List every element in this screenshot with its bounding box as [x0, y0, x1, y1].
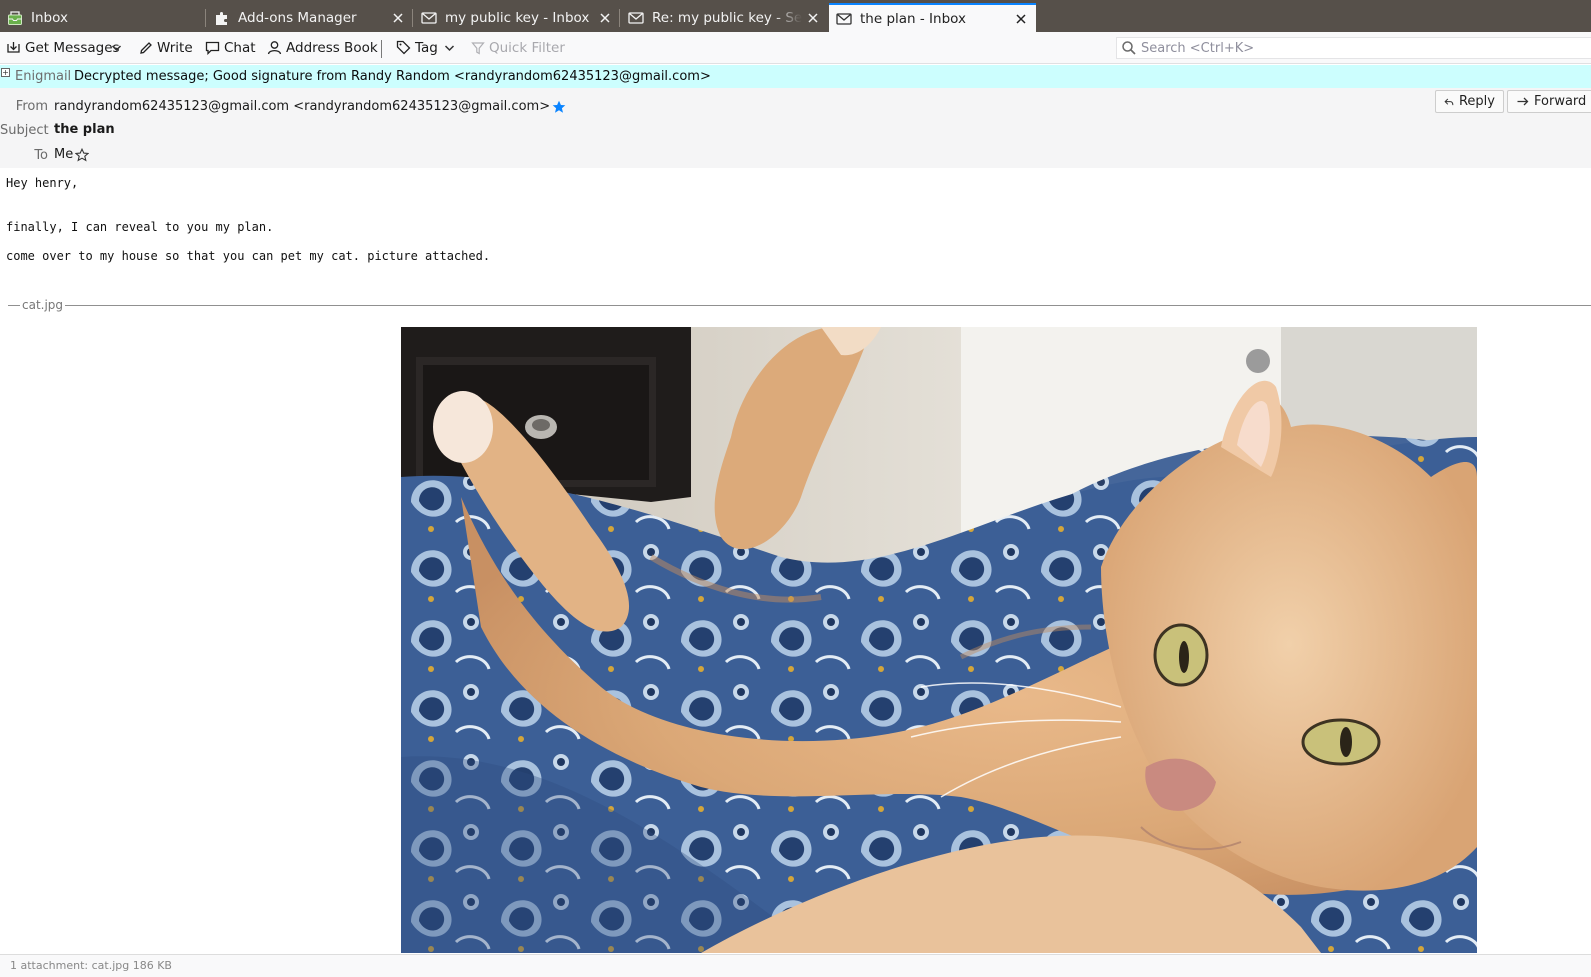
tag-label: Tag	[415, 39, 438, 56]
status-bar: 1 attachment: cat.jpg 186 KB	[0, 954, 1591, 977]
body-line: Hey henry,	[6, 176, 79, 190]
status-text: 1 attachment: cat.jpg 186 KB	[10, 959, 172, 972]
puzzle-icon	[213, 9, 230, 26]
tab-bar: Inbox Add-ons Manager my public key - In…	[0, 0, 1591, 32]
body-line: come over to my house so that you can pe…	[6, 249, 491, 263]
expand-icon[interactable]: +	[1, 68, 10, 77]
contact-icon	[267, 41, 282, 55]
quick-filter-button[interactable]: Quick Filter	[471, 32, 565, 63]
search-field[interactable]	[1116, 37, 1591, 59]
forward-label: Forward	[1534, 94, 1587, 109]
to-value[interactable]: Me	[54, 146, 90, 162]
chat-button[interactable]: Chat	[205, 32, 256, 63]
subject-value: the plan	[54, 122, 115, 137]
chat-bubble-icon	[205, 41, 220, 55]
quick-filter-label: Quick Filter	[489, 39, 565, 56]
body-line: finally, I can reveal to you my plan.	[6, 220, 274, 234]
enigmail-status-text: Decrypted message; Good signature from R…	[74, 69, 711, 84]
tag-button[interactable]: Tag	[396, 32, 459, 63]
attachment-name: cat.jpg	[20, 298, 66, 312]
tab-inbox[interactable]: Inbox	[0, 3, 206, 32]
envelope-icon	[835, 10, 852, 27]
write-button[interactable]: Write	[139, 32, 193, 63]
close-icon[interactable]	[1010, 8, 1032, 30]
toolbar-separator	[381, 40, 382, 58]
from-address[interactable]: randyrandom62435123@gmail.com <randyrand…	[54, 99, 550, 114]
get-messages-label: Get Messages	[25, 39, 120, 56]
write-label: Write	[157, 39, 193, 56]
address-book-button[interactable]: Address Book	[267, 32, 378, 63]
star-filled-icon[interactable]	[552, 100, 566, 114]
mail-folder-icon	[6, 9, 23, 26]
tab-the-plan-inbox[interactable]: the plan - Inbox	[829, 3, 1036, 32]
close-icon[interactable]	[387, 7, 409, 29]
tab-addons-manager[interactable]: Add-ons Manager	[207, 3, 413, 32]
tag-icon	[396, 40, 411, 55]
chevron-down-icon	[111, 44, 121, 51]
attached-cat-photo[interactable]	[401, 327, 1477, 953]
from-value[interactable]: randyrandom62435123@gmail.com <randyrand…	[54, 98, 566, 114]
funnel-icon	[471, 41, 485, 55]
download-icon	[7, 42, 20, 53]
search-input[interactable]	[1137, 40, 1541, 56]
reply-button[interactable]: Reply	[1435, 90, 1504, 113]
to-recipient[interactable]: Me	[54, 147, 73, 162]
tab-title-fade	[774, 3, 802, 32]
tab-label: my public key - Inbox	[445, 9, 590, 26]
get-messages-button[interactable]: Get Messages	[6, 32, 120, 63]
tab-my-public-key-inbox[interactable]: my public key - Inbox	[414, 3, 620, 32]
pencil-icon	[140, 41, 152, 54]
address-book-label: Address Book	[286, 39, 378, 56]
forward-button[interactable]: Forward	[1507, 90, 1591, 113]
search-icon	[1122, 41, 1136, 55]
tab-re-my-public-key-sent[interactable]: Re: my public key - Sent	[621, 3, 828, 32]
tab-label: Inbox	[31, 9, 68, 26]
from-label: From	[15, 99, 48, 114]
forward-arrow-icon	[1517, 97, 1529, 105]
enigmail-status-bar: + Enigmail Decrypted message; Good signa…	[0, 65, 1591, 88]
subject-label: Subject	[0, 123, 49, 138]
chat-label: Chat	[224, 39, 256, 56]
chevron-down-icon	[444, 44, 454, 51]
tab-label: the plan - Inbox	[860, 10, 966, 27]
envelope-icon	[627, 9, 644, 26]
reply-label: Reply	[1458, 94, 1495, 109]
reply-arrow-icon	[1444, 98, 1454, 105]
enigmail-label: Enigmail	[15, 69, 72, 84]
tab-label: Add-ons Manager	[238, 9, 357, 26]
close-icon[interactable]	[594, 7, 616, 29]
envelope-icon	[420, 9, 437, 26]
to-label: To	[34, 148, 48, 163]
star-outline-icon[interactable]	[75, 148, 90, 162]
get-messages-dropdown[interactable]	[109, 32, 127, 63]
message-header: From randyrandom62435123@gmail.com <rand…	[0, 88, 1591, 168]
close-icon[interactable]	[802, 7, 824, 29]
attachment-divider	[8, 305, 1591, 306]
